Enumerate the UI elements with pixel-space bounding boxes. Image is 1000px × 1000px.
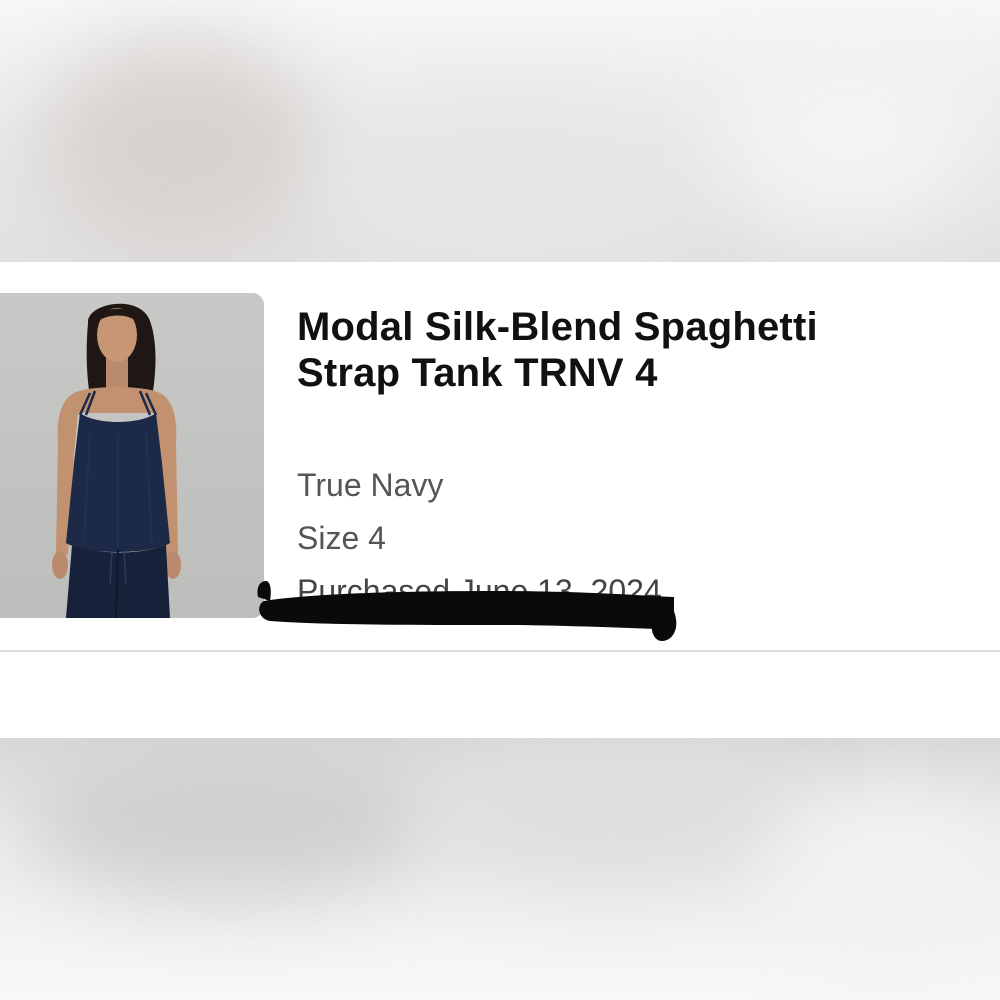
product-color: True Navy: [297, 467, 444, 503]
card-divider: [0, 650, 1000, 652]
product-title[interactable]: Modal Silk-Blend Spaghetti Strap Tank TR…: [297, 304, 977, 396]
blurred-background-bottom: [0, 738, 1000, 1000]
order-item-card[interactable]: Modal Silk-Blend Spaghetti Strap Tank TR…: [0, 262, 1000, 738]
model-wearing-tank-illustration: [0, 293, 264, 618]
blurred-background-top: [0, 0, 1000, 262]
screenshot-stage: Modal Silk-Blend Spaghetti Strap Tank TR…: [0, 0, 1000, 1000]
redaction-scribble: [257, 581, 677, 641]
product-image[interactable]: [0, 293, 264, 618]
product-title-line-2: Strap Tank TRNV 4: [297, 351, 658, 395]
product-title-line-1: Modal Silk-Blend Spaghetti: [297, 305, 818, 349]
product-size: Size 4: [297, 520, 386, 556]
